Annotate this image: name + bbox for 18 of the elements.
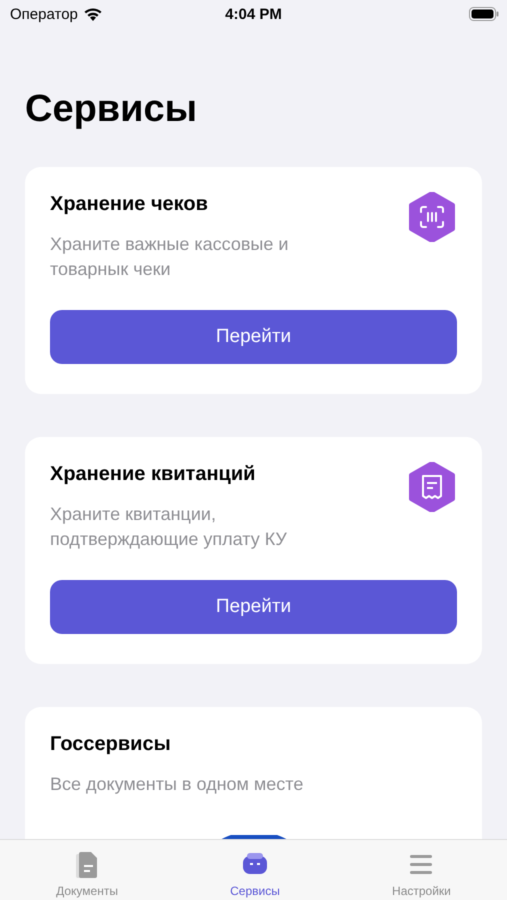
status-time: 4:04 PM [225, 6, 282, 22]
card-description: Все документы в одном месте [50, 773, 304, 796]
card-title: Хранение чеков [50, 192, 209, 216]
card-title: Госсервисы [50, 732, 172, 756]
card-description: Храните квитанции, подтверждающие уплату КУ [50, 503, 288, 551]
page-title: Сервисы [25, 88, 198, 131]
wifi-icon [82, 7, 103, 21]
battery-icon [469, 7, 499, 21]
card-title: Хранение квитанций [50, 462, 256, 486]
receipt-icon [407, 462, 457, 512]
carrier-name: Оператор [10, 6, 78, 22]
tab-item[interactable]: Сервисы [210, 840, 300, 900]
scan-icon [407, 192, 457, 242]
tab-item[interactable]: Документы [36, 840, 138, 900]
card-description: Храните важные кассовые и товарнык чеки [50, 233, 290, 281]
go-button[interactable]: Перейти [50, 310, 457, 364]
tab-item[interactable]: Настройки [372, 840, 471, 900]
go-button[interactable]: Перейти [50, 580, 457, 634]
